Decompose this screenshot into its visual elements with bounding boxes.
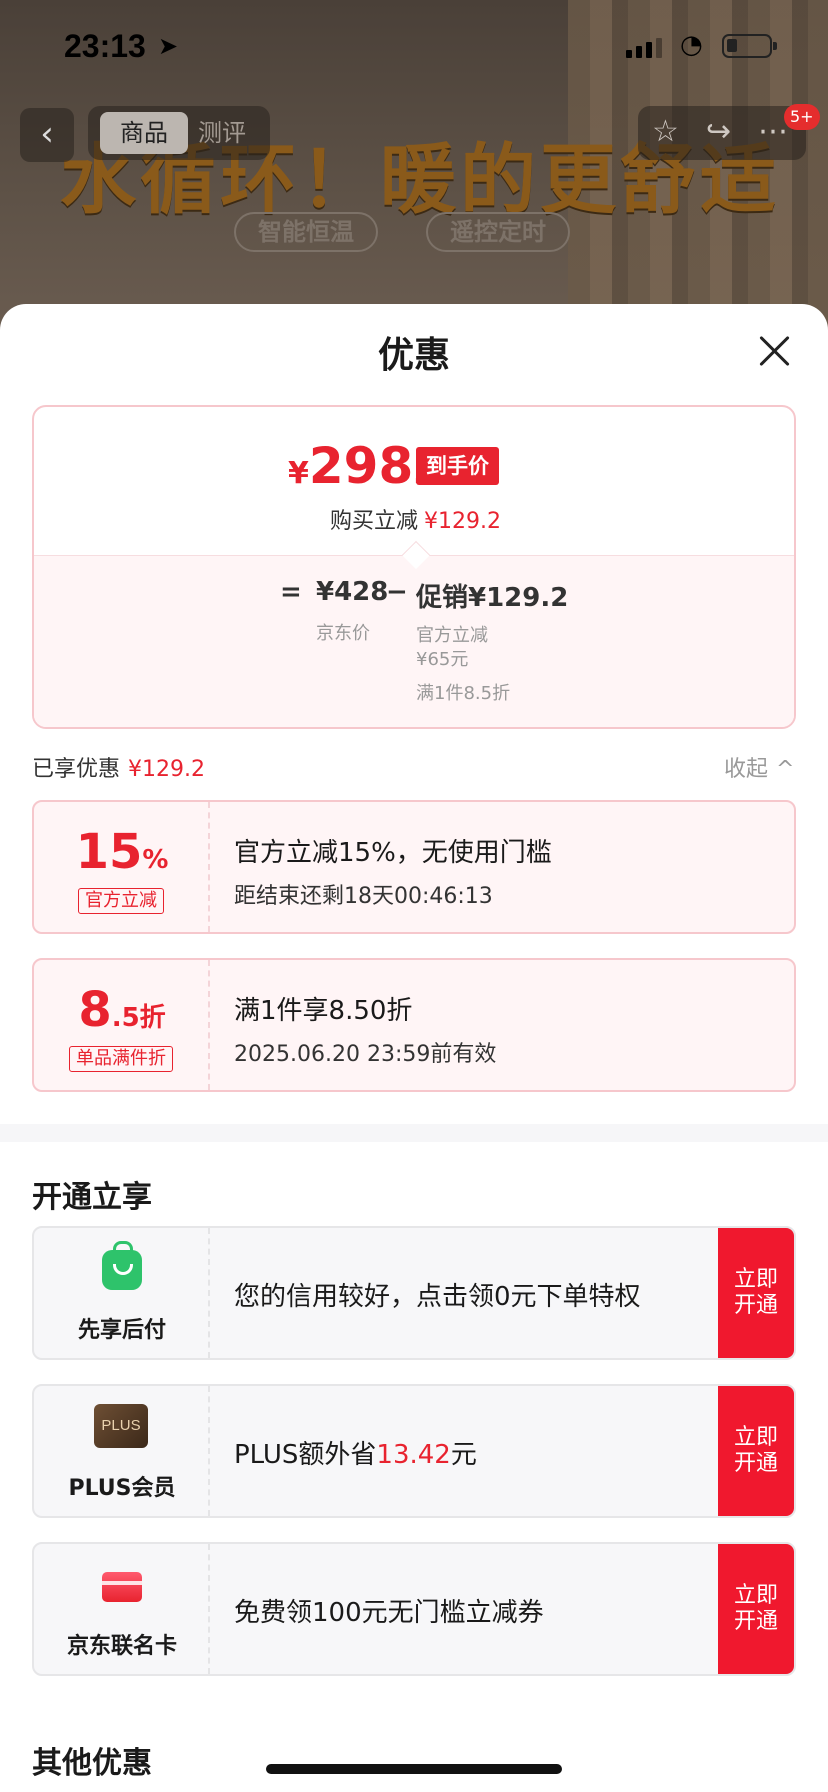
status-bar: 23:13 ➤ ◔ xyxy=(0,0,828,96)
coupon-value-area: 8.5折 单品满件折 xyxy=(34,960,210,1090)
feature-tag: 智能恒温 xyxy=(234,212,378,252)
coupon-type-label: 单品满件折 xyxy=(69,1046,173,1072)
collapse-label: 收起 xyxy=(724,757,769,782)
share-icon[interactable]: ↪ xyxy=(706,114,731,149)
coupon-number: 8 xyxy=(78,982,112,1038)
coupon-value-area: 15% 官方立减 xyxy=(34,802,210,932)
activate-button[interactable]: 立即开通 xyxy=(718,1544,794,1674)
coupon-value: 8.5折 xyxy=(34,982,210,1038)
promo-detail-2: ¥65元 xyxy=(416,649,469,670)
promo-amount: 促销¥129.2 xyxy=(416,583,569,613)
price-breakdown: ¥298.8 到手价 购买立减¥129.2 = ¥428 − 促销¥129.2 … xyxy=(32,405,796,729)
coupon-card[interactable]: 15% 官方立减 官方立减15%，无使用门槛 距结束还剩18天00:46:13 xyxy=(32,800,796,934)
star-icon[interactable]: ☆ xyxy=(652,114,679,149)
offer-icon-area: 先享后付 xyxy=(34,1228,210,1358)
coupon-value: 15% xyxy=(34,824,210,880)
chevron-up-icon: ^ xyxy=(776,757,795,782)
close-icon[interactable] xyxy=(756,333,792,369)
price-integer: 298 xyxy=(308,437,414,495)
currency-symbol: ¥ xyxy=(288,456,309,491)
jd-price-label: 京东价 xyxy=(316,623,370,644)
offer-desc: 免费领100元无门槛立减券 xyxy=(234,1598,544,1628)
collapse-button[interactable]: 收起 ^ xyxy=(724,751,794,783)
coupon-title: 官方立减15%，无使用门槛 xyxy=(234,838,552,868)
coupon-validity: 2025.06.20 23:59前有效 xyxy=(234,1042,497,1067)
back-button[interactable]: ‹ xyxy=(20,108,74,162)
enjoyed-value: ¥129.2 xyxy=(128,757,205,782)
coupon-suffix: .5折 xyxy=(111,1003,166,1033)
offer-icon-area: 京东联名卡 xyxy=(34,1544,210,1674)
other-section-title: 其他优惠 xyxy=(32,1746,152,1781)
activate-button[interactable]: 立即开通 xyxy=(718,1228,794,1358)
offer-desc-text: PLUS额外省 xyxy=(234,1440,377,1470)
final-price-tag: 到手价 xyxy=(416,447,499,485)
tab-switcher: 商品 测评 xyxy=(88,106,270,160)
coupon-suffix: % xyxy=(142,845,169,875)
offer-desc: PLUS额外省13.42元 xyxy=(234,1434,477,1471)
promo-detail-1: 官方立减 xyxy=(416,625,488,646)
home-indicator[interactable] xyxy=(266,1764,562,1774)
tab-review[interactable]: 测评 xyxy=(198,112,262,154)
offer-card-cobrand[interactable]: 京东联名卡 免费领100元无门槛立减券 立即开通 xyxy=(32,1542,796,1676)
promo-detail-3: 满1件8.5折 xyxy=(416,683,511,704)
buy-reduce-label: 购买立减 xyxy=(330,509,419,534)
location-arrow-icon: ➤ xyxy=(158,32,179,60)
chevron-left-icon: ‹ xyxy=(40,114,54,154)
buy-reduce-line: 购买立减 ¥129.2 xyxy=(330,503,501,535)
coupon-number: 15 xyxy=(75,824,143,880)
shopping-bag-icon xyxy=(102,1241,142,1290)
status-time: 23:13 xyxy=(64,28,146,64)
credit-card-icon xyxy=(102,1572,142,1602)
nav-actions: ☆ ↪ ⋯ xyxy=(638,106,806,160)
battery-icon xyxy=(722,34,777,58)
offer-name: 先享后付 xyxy=(77,1318,166,1343)
wifi-icon: ◔ xyxy=(680,30,703,60)
enjoyed-discount: 已享优惠 ¥129.2 xyxy=(32,751,205,783)
price-formula-area xyxy=(34,555,794,727)
coupon-countdown: 距结束还剩18天00:46:13 xyxy=(234,884,493,909)
minus-sign: − xyxy=(386,577,408,607)
buy-reduce-value: ¥129.2 xyxy=(424,509,501,534)
offer-icon-area: PLUS PLUS会员 xyxy=(34,1386,210,1516)
jd-price: ¥428 xyxy=(316,577,389,607)
activate-button[interactable]: 立即开通 xyxy=(718,1386,794,1516)
tab-product[interactable]: 商品 xyxy=(100,112,188,154)
equals-sign: = xyxy=(280,577,302,607)
offer-savings: 13.42 xyxy=(376,1440,451,1470)
offer-card-pay-later[interactable]: 先享后付 您的信用较好，点击领0元下单特权 立即开通 xyxy=(32,1226,796,1360)
coupon-card[interactable]: 8.5折 单品满件折 满1件享8.50折 2025.06.20 23:59前有效 xyxy=(32,958,796,1092)
cellular-signal-icon xyxy=(626,36,662,58)
offer-card-plus[interactable]: PLUS PLUS会员 PLUS额外省13.42元 立即开通 xyxy=(32,1384,796,1518)
sheet-title: 优惠 xyxy=(377,335,450,376)
coupon-type-label: 官方立减 xyxy=(78,888,164,914)
offer-desc: 您的信用较好，点击领0元下单特权 xyxy=(234,1282,641,1312)
feature-tag: 遥控定时 xyxy=(426,212,570,252)
enjoyed-label: 已享优惠 xyxy=(32,757,121,782)
plus-badge-icon: PLUS xyxy=(94,1404,148,1448)
offer-desc-unit: 元 xyxy=(450,1440,477,1470)
offer-name: PLUS会员 xyxy=(68,1476,176,1501)
message-badge: 5+ xyxy=(784,104,820,130)
offer-name: 京东联名卡 xyxy=(66,1634,177,1659)
coupon-title: 满1件享8.50折 xyxy=(234,996,413,1026)
section-divider xyxy=(0,1124,828,1142)
open-section-title: 开通立享 xyxy=(32,1180,152,1215)
